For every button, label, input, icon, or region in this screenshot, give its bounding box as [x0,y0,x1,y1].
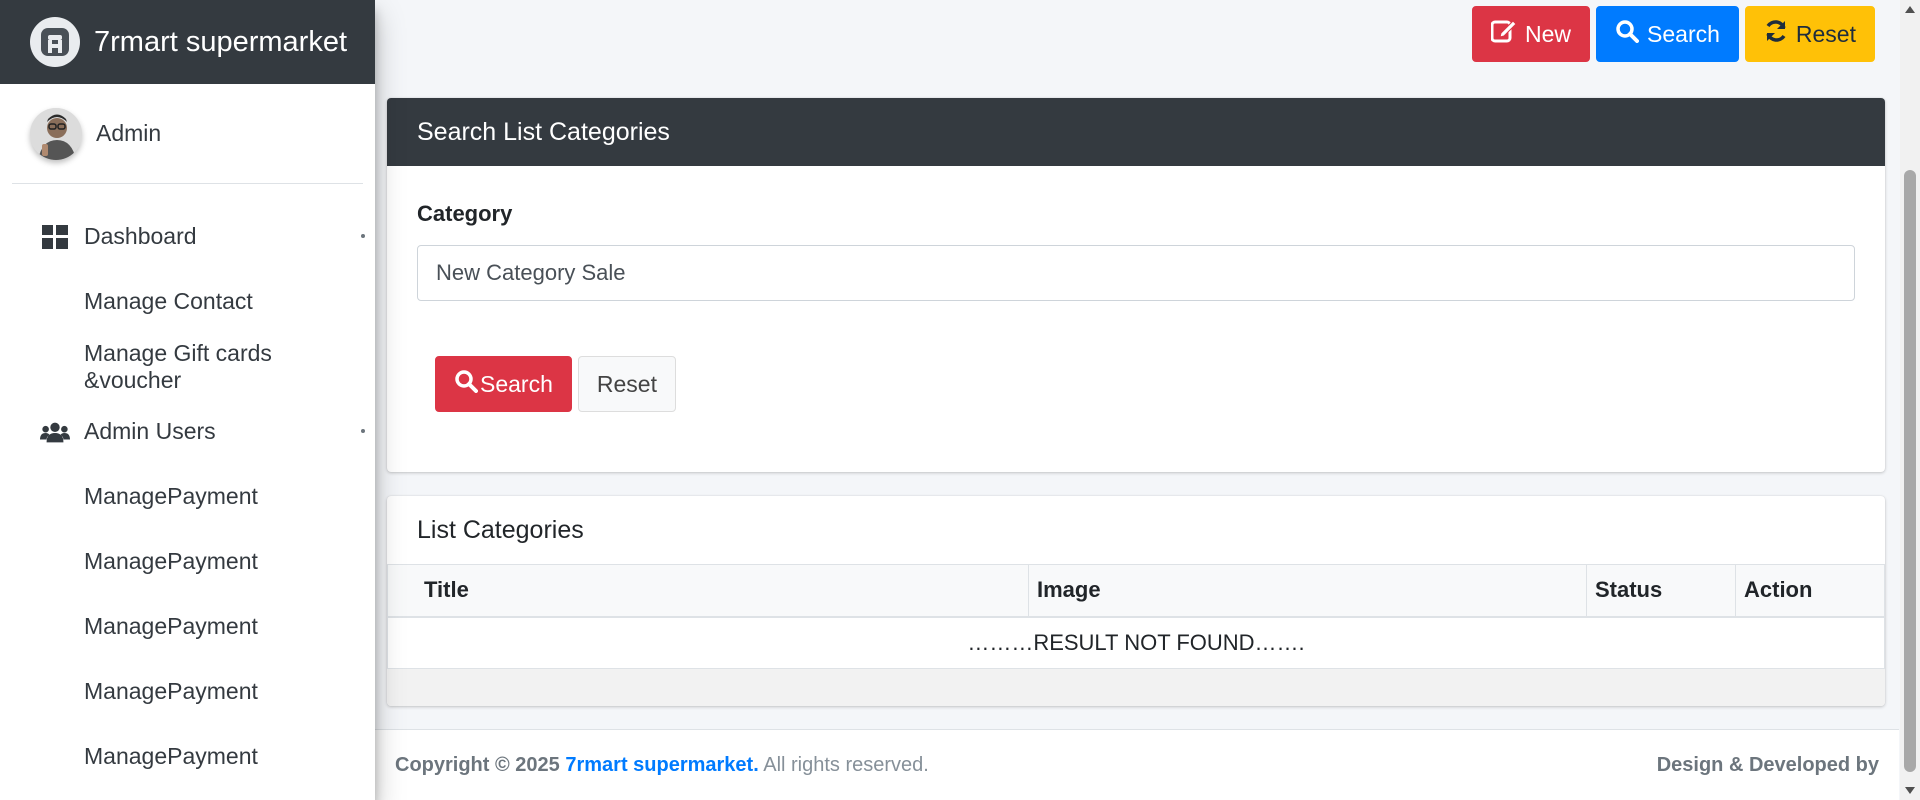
scroll-up-arrow-icon[interactable] [1905,6,1915,13]
sidebar-item-label: ManagePayment [84,483,258,509]
scroll-thumb[interactable] [1904,170,1916,772]
sidebar-item-label: Manage Gift cards &voucher [84,339,272,393]
search-button[interactable]: Search [1596,6,1739,62]
empty-result-message: ………RESULT NOT FOUND……. [387,616,1885,669]
sidebar-item-label: ManagePayment [84,743,258,769]
search-form-actions: Search Reset [435,356,676,412]
search-submit-button[interactable]: Search [435,356,572,412]
search-card-title: Search List Categories [387,98,1885,166]
table-row: ………RESULT NOT FOUND……. [387,616,1885,669]
scroll-down-arrow-icon[interactable] [1905,787,1915,794]
search-card: Search List Categories Category Search R… [387,98,1885,472]
reset-button[interactable]: Reset [1744,6,1875,62]
user-name: Admin [96,120,162,146]
sidebar-item-manage-payment[interactable]: ManagePayment [0,659,375,724]
card-footer [387,669,1885,706]
search-icon [454,369,478,399]
list-card-title: List Categories [417,515,584,544]
sidebar-item-manage-payment[interactable]: ManagePayment [0,594,375,659]
vertical-scrollbar[interactable] [1900,0,1920,800]
table-header-row: Title Image Status Action [387,564,1885,618]
rights-text: All rights reserved. [763,753,929,776]
column-header-status: Status [1586,564,1736,618]
new-button-label: New [1525,20,1572,47]
column-header-title: Title [387,564,1029,618]
category-input[interactable] [417,245,1855,301]
sidebar-item-label: Manage Contact [84,288,253,314]
sidebar-item-label: Dashboard [84,223,197,249]
brand-link[interactable]: 7rmart supermarket [0,0,375,84]
reset-form-label: Reset [596,370,657,397]
reset-button-label: Reset [1795,20,1856,47]
avatar [30,107,82,160]
sidebar-item-label: ManagePayment [84,678,258,704]
search-submit-label: Search [480,370,553,397]
sidebar-item-label: Admin Users [84,418,216,444]
adminlte-logo-icon [30,17,80,67]
sidebar-item-label: ManagePayment [84,613,258,639]
list-card: List Categories Title Image Status Actio… [387,496,1885,706]
sidebar-item-manage-payment[interactable]: ManagePayment [0,464,375,529]
search-button-label: Search [1647,20,1720,47]
users-icon [40,421,70,443]
new-button[interactable]: New [1472,6,1591,62]
page-footer: Copyright © 2025 7rmart supermarket. All… [375,729,1899,800]
sidebar: 7rmart supermarket Admin Dashboard Manag… [0,0,375,800]
sidebar-item-manage-contact[interactable]: Manage Contact [0,269,375,334]
sidebar-item-manage-payment[interactable]: ManagePayment [0,724,375,789]
grid-icon [40,224,70,249]
caret-icon [361,234,365,238]
sidebar-item-admin-users[interactable]: Admin Users [0,399,375,464]
column-header-image: Image [1028,564,1587,618]
brand-name: 7rmart supermarket [94,25,348,58]
user-panel[interactable]: Admin [12,84,363,184]
edit-icon [1490,19,1517,49]
sidebar-nav: Dashboard Manage Contact Manage Gift car… [0,184,375,789]
copyright-text: Copyright © 2025 [395,753,560,776]
footer-brand-link[interactable]: 7rmart supermarket. [565,754,758,776]
search-icon [1615,19,1640,49]
sync-icon [1764,19,1788,49]
caret-icon [361,429,365,433]
column-header-action: Action [1735,564,1885,618]
sidebar-item-label: ManagePayment [84,548,258,574]
sidebar-item-manage-gift-cards[interactable]: Manage Gift cards &voucher [0,334,375,399]
categories-table: Title Image Status Action ………RESULT NOT … [387,564,1885,669]
footer-credit: Design & Developed by [1656,753,1879,776]
top-toolbar: New Search Reset [1472,6,1875,62]
category-label: Category [417,201,513,226]
sidebar-item-dashboard[interactable]: Dashboard [0,204,375,269]
footer-copyright: Copyright © 2025 7rmart supermarket. All… [395,754,929,777]
sidebar-item-manage-payment[interactable]: ManagePayment [0,529,375,594]
reset-form-button[interactable]: Reset [577,356,676,412]
